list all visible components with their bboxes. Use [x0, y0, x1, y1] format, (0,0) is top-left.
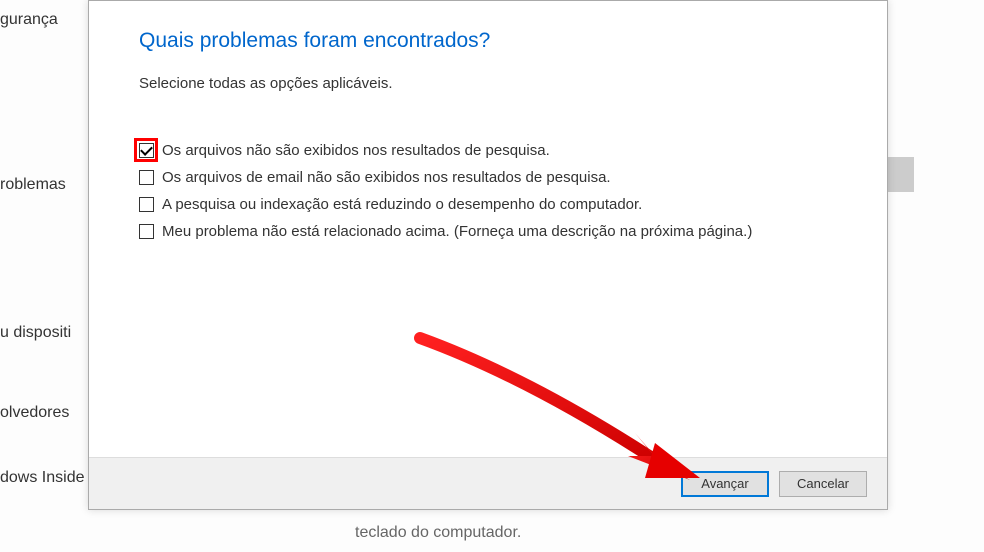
checkbox-label: Os arquivos de email não são exibidos no… — [162, 169, 611, 186]
checkbox-performance[interactable] — [139, 197, 154, 212]
sidebar-item-label: u dispositi — [0, 320, 71, 346]
sidebar-item-label: gurança — [0, 7, 58, 33]
option-row: Meu problema não está relacionado acima.… — [139, 223, 837, 240]
option-row: Os arquivos não são exibidos nos resulta… — [139, 142, 837, 159]
option-row: A pesquisa ou indexação está reduzindo o… — [139, 196, 837, 213]
checkbox-label: Meu problema não está relacionado acima.… — [162, 223, 752, 240]
dialog-subtitle: Selecione todas as opções aplicáveis. — [139, 75, 837, 92]
checkbox-label: A pesquisa ou indexação está reduzindo o… — [162, 196, 642, 213]
checkbox-email-not-shown[interactable] — [139, 170, 154, 185]
dialog-title: Quais problemas foram encontrados? — [139, 29, 837, 53]
sidebar-item-label: olvedores — [0, 400, 69, 426]
sidebar-item-label: dows Inside — [0, 465, 85, 491]
background-text: teclado do computador. — [355, 524, 521, 542]
cancel-button[interactable]: Cancelar — [779, 471, 867, 497]
troubleshooter-dialog: Quais problemas foram encontrados? Selec… — [88, 0, 888, 510]
checkbox-files-not-shown[interactable] — [139, 143, 154, 158]
dialog-footer: Avançar Cancelar — [89, 457, 887, 509]
background-element — [884, 157, 914, 192]
sidebar-item-label: roblemas — [0, 172, 66, 198]
next-button[interactable]: Avançar — [681, 471, 769, 497]
checkbox-other-problem[interactable] — [139, 224, 154, 239]
dialog-content: Quais problemas foram encontrados? Selec… — [89, 1, 887, 449]
option-row: Os arquivos de email não são exibidos no… — [139, 169, 837, 186]
checkbox-label: Os arquivos não são exibidos nos resulta… — [162, 142, 550, 159]
